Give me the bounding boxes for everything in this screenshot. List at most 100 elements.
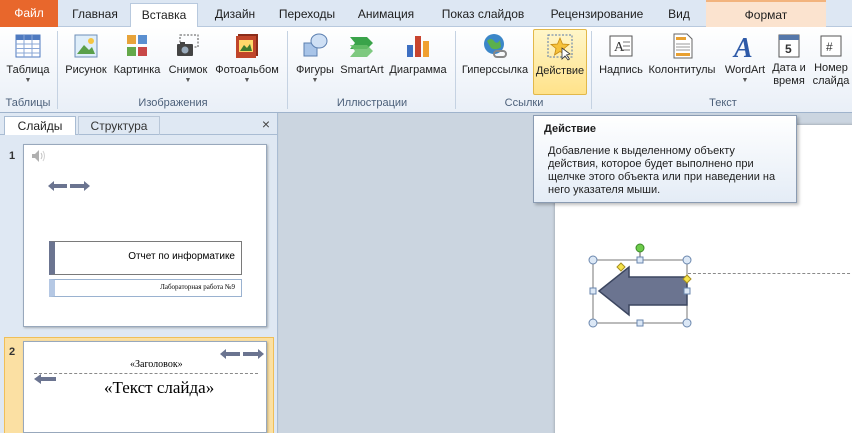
tooltip-body: Добавление к выделенному объекту действи… (548, 145, 776, 196)
tab-design[interactable]: Дизайн (202, 3, 268, 27)
chart-label: Диаграмма (389, 64, 447, 76)
chevron-down-icon: ▼ (243, 77, 251, 84)
thumb-body-text: «Текст слайда» (104, 378, 215, 397)
chevron-down-icon: ▼ (184, 77, 192, 84)
screenshot-button[interactable]: Снимок ▼ (164, 29, 212, 97)
headerfooter-label: Колонтитулы (648, 64, 716, 76)
group-separator (57, 31, 58, 109)
photoalbum-label: Фотоальбом (215, 64, 279, 76)
textbox-label: Надпись (599, 64, 643, 76)
slidenumber-label-line1: Номер (814, 62, 848, 74)
tab-animation[interactable]: Анимация (346, 3, 426, 27)
action-label: Действие (535, 65, 585, 77)
tab-format[interactable]: Формат (706, 0, 826, 27)
group-separator (591, 31, 592, 109)
headerfooter-icon (667, 31, 697, 61)
datetime-button[interactable]: 5 Дата и время (770, 29, 808, 97)
hyperlink-label: Гиперссылка (461, 64, 529, 76)
slides-pane: Слайды Структура × 1 Отчет по информатик… (0, 113, 278, 433)
speaker-icon (30, 149, 48, 166)
picture-button[interactable]: Рисунок (62, 29, 110, 97)
picture-label: Рисунок (65, 64, 107, 76)
wordart-icon: A (730, 31, 760, 64)
tab-slides[interactable]: Слайды (4, 116, 76, 135)
photoalbum-button[interactable]: Фотоальбом ▼ (212, 29, 282, 97)
slide-number-icon: # (816, 31, 846, 61)
smartart-button[interactable]: SmartArt (338, 29, 386, 97)
smartart-label: SmartArt (340, 64, 384, 76)
headerfooter-button[interactable]: Колонтитулы (646, 29, 718, 97)
wordart-label: WordArt (724, 64, 766, 76)
picture-icon (71, 31, 101, 61)
close-icon[interactable]: × (262, 116, 270, 132)
shapes-button[interactable]: Фигуры ▼ (292, 29, 338, 97)
tab-slideshow[interactable]: Показ слайдов (430, 3, 536, 27)
clipart-button[interactable]: Картинка (111, 29, 163, 97)
tab-outline[interactable]: Структура (78, 116, 160, 135)
action-button[interactable]: Действие (533, 29, 587, 95)
thumb-subtitle-box: Лабораторная работа №9 (49, 279, 242, 297)
datetime-label-line1: Дата и (772, 62, 806, 74)
dashed-guide-line (688, 273, 852, 274)
group-label-tables: Таблицы (5, 97, 51, 109)
slide-number: 1 (9, 150, 16, 162)
calendar-icon: 5 (774, 31, 804, 61)
tab-transitions[interactable]: Переходы (272, 3, 342, 27)
screenshot-icon (173, 31, 203, 61)
clipart-label: Картинка (113, 64, 161, 76)
slidenumber-label-line2: слайда (812, 75, 850, 87)
chevron-down-icon: ▼ (741, 77, 749, 84)
chart-icon (403, 31, 433, 61)
textbox-icon: A (606, 31, 636, 61)
tab-file[interactable]: Файл (0, 0, 58, 27)
group-label-images: Изображения (138, 97, 208, 109)
left-arrow-icon (34, 374, 56, 387)
tab-insert[interactable]: Вставка (130, 3, 198, 28)
photoalbum-icon (232, 31, 262, 61)
slide-number: 2 (9, 346, 16, 358)
ribbon-tab-bar: Файл Главная Вставка Дизайн Переходы Ани… (0, 0, 852, 28)
group-separator (287, 31, 288, 109)
group-separator (455, 31, 456, 109)
slides-pane-tabs: Слайды Структура × (0, 113, 278, 135)
slide-thumbnail-2[interactable]: «Заголовок» «Текст слайда» (23, 341, 267, 433)
ribbon-insert: Таблица ▼ Таблицы Рисунок Картинка Снимо… (0, 27, 852, 113)
table-button[interactable]: Таблица ▼ (3, 29, 53, 97)
chevron-down-icon: ▼ (311, 77, 319, 84)
globe-link-icon (480, 31, 510, 61)
table-icon (13, 31, 43, 61)
tab-view[interactable]: Вид (658, 3, 700, 27)
wordart-button[interactable]: A WordArt ▼ (720, 29, 770, 97)
tooltip-title: Действие (544, 123, 596, 135)
shapes-label: Фигуры (296, 64, 334, 76)
screenshot-label: Снимок (168, 64, 208, 76)
selected-arrow-shape[interactable] (585, 242, 695, 335)
tab-home[interactable]: Главная (62, 3, 128, 27)
double-arrow-icon (48, 181, 90, 194)
slide-thumbnail-1[interactable]: Отчет по информатике Лабораторная работа… (23, 144, 267, 327)
group-label-illustrations: Иллюстрации (336, 97, 408, 109)
table-label: Таблица (6, 64, 50, 76)
group-label-text: Текст (709, 97, 737, 109)
chart-button[interactable]: Диаграмма (386, 29, 450, 97)
chevron-down-icon: ▼ (24, 77, 32, 84)
thumb-subtitle-text: Лабораторная работа №9 (160, 283, 235, 291)
group-label-links: Ссылки (504, 97, 544, 109)
smartart-icon (347, 31, 377, 61)
thumb-title-text: Отчет по информатике (128, 251, 235, 262)
hyperlink-button[interactable]: Гиперссылка (459, 29, 531, 97)
action-star-icon (545, 32, 575, 62)
svg-text:5: 5 (785, 42, 792, 56)
thumb-heading-text: «Заголовок» (130, 359, 183, 370)
double-arrow-icon (220, 349, 264, 362)
svg-text:#: # (826, 40, 833, 54)
datetime-label-line2: время (773, 75, 805, 87)
shapes-icon (300, 31, 330, 61)
svg-text:A: A (732, 33, 753, 61)
thumb-title-box: Отчет по информатике (49, 241, 242, 275)
slidenumber-button[interactable]: # Номер слайда (810, 29, 852, 97)
tab-review[interactable]: Рецензирование (540, 3, 654, 27)
clipart-icon (122, 31, 152, 61)
action-tooltip: Действие Добавление к выделенному объект… (533, 115, 797, 203)
textbox-button[interactable]: A Надпись (596, 29, 646, 97)
